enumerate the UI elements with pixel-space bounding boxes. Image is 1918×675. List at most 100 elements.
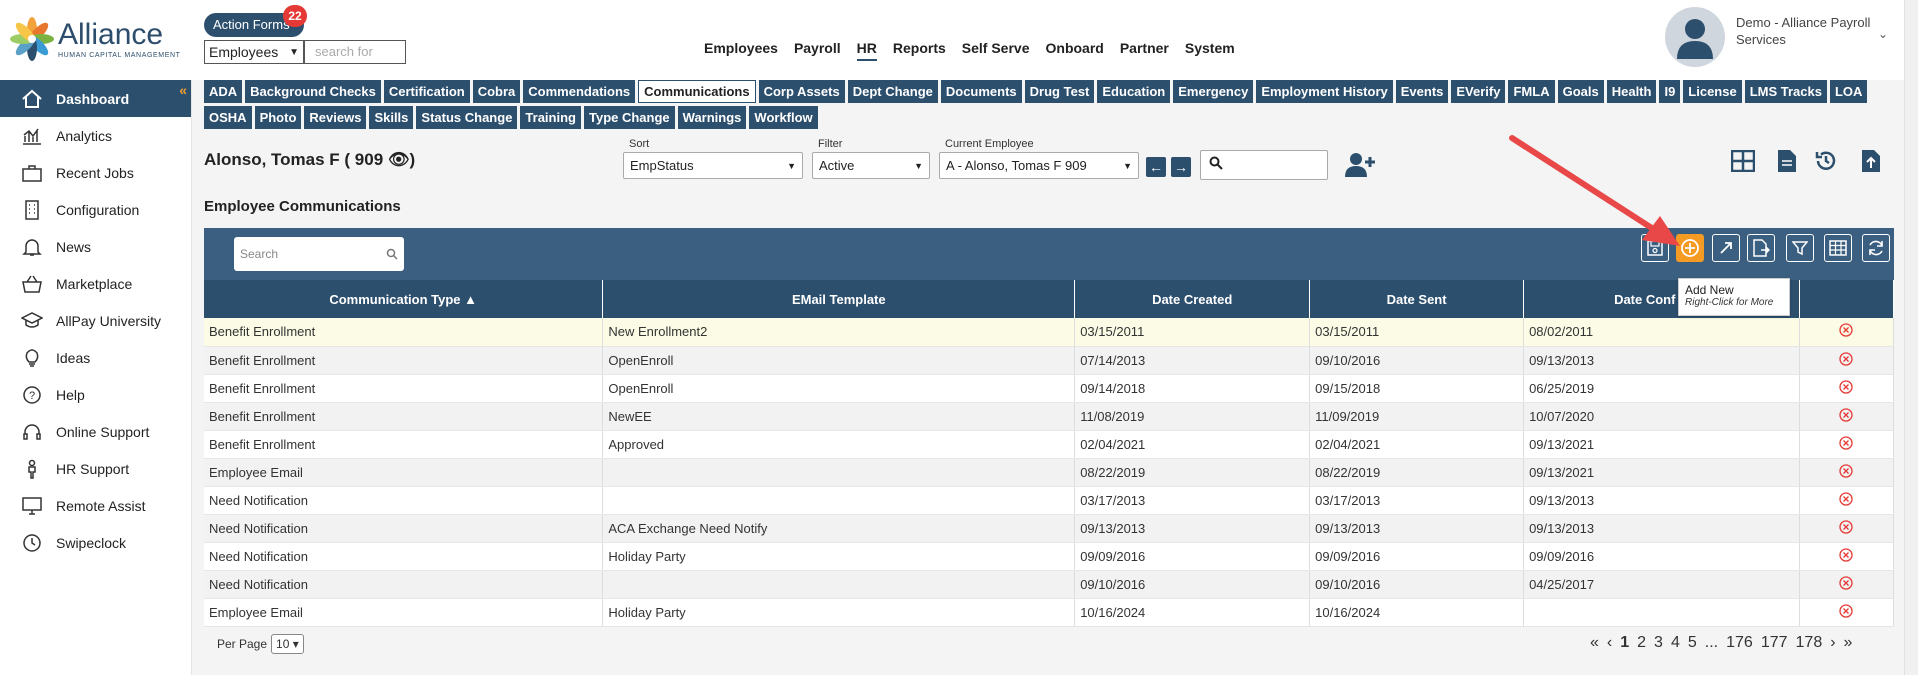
tab-cobra[interactable]: Cobra — [472, 80, 521, 103]
tab-lms-tracks[interactable]: LMS Tracks — [1744, 80, 1827, 103]
sidebar-item-hr-support[interactable]: HR Support — [0, 450, 191, 487]
document-icon[interactable] — [1774, 148, 1800, 174]
column-header-communication-type[interactable]: Communication Type ▲ — [204, 280, 604, 318]
delete-circle-icon[interactable] — [1839, 379, 1854, 394]
sidebar-item-dashboard[interactable]: Dashboard — [0, 80, 191, 117]
tab-status-change[interactable]: Status Change — [416, 106, 518, 129]
column-header-email-template[interactable]: EMail Template — [602, 280, 1076, 318]
grid-search-input[interactable]: Search — [234, 237, 404, 271]
previous-page-icon[interactable]: ‹ — [1607, 634, 1612, 652]
add-employee-button[interactable] — [1345, 152, 1375, 183]
table-row[interactable]: Benefit Enrollment NewEE 11/08/2019 11/09/2… — [204, 402, 1895, 431]
tab-commendations[interactable]: Commendations — [523, 80, 636, 103]
add-new-button[interactable] — [1676, 234, 1704, 262]
sidebar-item-help[interactable]: ? Help — [0, 376, 191, 413]
delete-circle-icon[interactable] — [1839, 435, 1854, 450]
employee-filter-select[interactable]: Employees ▼ — [204, 40, 304, 64]
delete-circle-icon[interactable] — [1839, 407, 1854, 422]
table-row[interactable]: Benefit Enrollment New Enrollment2 03/15/2… — [204, 318, 1895, 347]
tab-loa[interactable]: LOA — [1829, 80, 1868, 103]
tab-fmla[interactable]: FMLA — [1508, 80, 1555, 103]
delete-circle-icon[interactable] — [1839, 519, 1854, 534]
tab-everify[interactable]: EVerify — [1451, 80, 1506, 103]
upload-document-icon[interactable] — [1858, 148, 1884, 174]
nav-system[interactable]: System — [1185, 40, 1235, 61]
column-header-date-sent[interactable]: Date Sent — [1309, 280, 1525, 318]
delete-circle-icon[interactable] — [1839, 603, 1854, 618]
tab-corp-assets[interactable]: Corp Assets — [758, 80, 845, 103]
tab-documents[interactable]: Documents — [940, 80, 1022, 103]
refresh-button[interactable] — [1862, 234, 1890, 262]
tab-health[interactable]: Health — [1606, 80, 1657, 103]
next-page-icon[interactable]: › — [1830, 634, 1835, 652]
sidebar-item-swipeclock[interactable]: Swipeclock — [0, 524, 191, 561]
header-search-input[interactable]: search for — [304, 40, 406, 64]
tab-reviews[interactable]: Reviews — [304, 106, 367, 129]
sidebar-item-ideas[interactable]: Ideas — [0, 339, 191, 376]
tab-warnings[interactable]: Warnings — [677, 106, 747, 129]
page-5-link[interactable]: 5 — [1688, 634, 1697, 652]
table-row[interactable]: Benefit Enrollment Approved 02/04/2021 02/0… — [204, 430, 1895, 459]
current-employee-select[interactable]: A - Alonso, Tomas F 909 ▼ — [939, 152, 1139, 179]
user-avatar[interactable] — [1665, 7, 1725, 67]
tab-communications[interactable]: Communications — [638, 80, 756, 103]
user-menu-chevron-icon[interactable]: ⌄ — [1878, 27, 1888, 41]
nav-onboard[interactable]: Onboard — [1046, 40, 1104, 61]
page-2-link[interactable]: 2 — [1637, 634, 1646, 652]
nav-payroll[interactable]: Payroll — [794, 40, 841, 61]
nav-self-serve[interactable]: Self Serve — [962, 40, 1030, 61]
employee-search-input[interactable] — [1200, 150, 1328, 180]
tab-certification[interactable]: Certification — [383, 80, 470, 103]
tab-dept-change[interactable]: Dept Change — [847, 80, 938, 103]
tab-type-change[interactable]: Type Change — [583, 106, 675, 129]
grid-view-icon[interactable] — [1730, 148, 1756, 174]
tab-ada[interactable]: ADA — [204, 80, 243, 103]
last-page-icon[interactable]: » — [1844, 634, 1853, 652]
previous-employee-button[interactable]: ← — [1146, 157, 1166, 177]
sidebar-item-marketplace[interactable]: Marketplace — [0, 265, 191, 302]
open-external-button[interactable] — [1712, 234, 1740, 262]
sort-select[interactable]: EmpStatus ▼ — [623, 152, 803, 179]
user-name[interactable]: Demo - Alliance Payroll Services — [1736, 14, 1876, 48]
table-row[interactable]: Benefit Enrollment OpenEnroll 07/14/2013 09… — [204, 346, 1895, 375]
page-scrollbar[interactable] — [1904, 0, 1918, 675]
tab-osha[interactable]: OSHA — [204, 106, 252, 129]
collapse-sidebar-icon[interactable]: « — [179, 82, 187, 98]
columns-button[interactable] — [1824, 234, 1852, 262]
tab-skills[interactable]: Skills — [369, 106, 414, 129]
page-4-link[interactable]: 4 — [1671, 634, 1680, 652]
delete-circle-icon[interactable] — [1839, 323, 1854, 337]
per-page-select[interactable]: 10 ▾ — [271, 634, 304, 654]
page-176-link[interactable]: 176 — [1726, 634, 1753, 652]
nav-partner[interactable]: Partner — [1120, 40, 1169, 61]
page-178-link[interactable]: 178 — [1796, 634, 1823, 652]
table-row[interactable]: Need Notification 03/17/2013 03/17/2013 09/… — [204, 486, 1895, 515]
table-row[interactable]: Employee Email 08/22/2019 08/22/2019 09/13/… — [204, 458, 1895, 487]
tab-background-checks[interactable]: Background Checks — [245, 80, 381, 103]
page-177-link[interactable]: 177 — [1761, 634, 1788, 652]
tab-goals[interactable]: Goals — [1557, 80, 1604, 103]
page-3-link[interactable]: 3 — [1654, 634, 1663, 652]
sidebar-item-configuration[interactable]: Configuration — [0, 191, 191, 228]
table-row[interactable]: Need Notification ACA Exchange Need Notif… — [204, 514, 1895, 543]
filter-select[interactable]: Active ▼ — [812, 152, 930, 179]
nav-hr[interactable]: HR — [856, 40, 877, 61]
save-grid-button[interactable] — [1641, 234, 1669, 262]
sidebar-item-allpay-university[interactable]: AllPay University — [0, 302, 191, 339]
filter-button[interactable] — [1786, 234, 1814, 262]
export-button[interactable] — [1747, 234, 1775, 262]
delete-circle-icon[interactable] — [1839, 491, 1854, 506]
delete-circle-icon[interactable] — [1839, 351, 1854, 366]
sidebar-item-remote-assist[interactable]: Remote Assist — [0, 487, 191, 524]
first-page-icon[interactable]: « — [1590, 634, 1599, 652]
nav-reports[interactable]: Reports — [893, 40, 946, 61]
tab-i9[interactable]: I9 — [1659, 80, 1681, 103]
next-employee-button[interactable]: → — [1171, 157, 1191, 177]
nav-employees[interactable]: Employees — [704, 40, 778, 61]
delete-circle-icon[interactable] — [1839, 575, 1854, 590]
table-row[interactable]: Need Notification 09/10/2016 09/10/2016 04/… — [204, 570, 1895, 599]
sidebar-item-online-support[interactable]: Online Support — [0, 413, 191, 450]
tab-events[interactable]: Events — [1395, 80, 1449, 103]
sidebar-item-recent-jobs[interactable]: Recent Jobs — [0, 154, 191, 191]
delete-circle-icon[interactable] — [1839, 463, 1854, 478]
